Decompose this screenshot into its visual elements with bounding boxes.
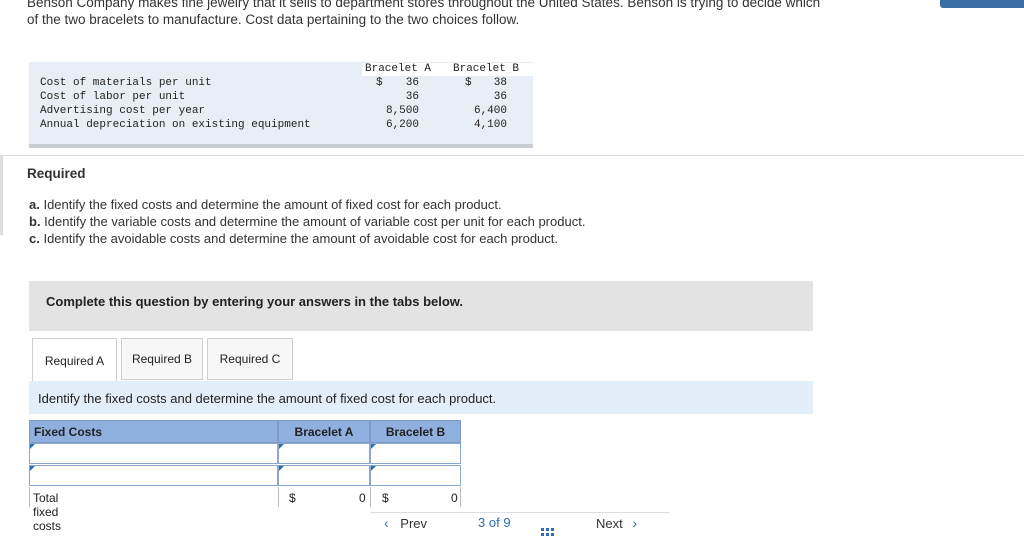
instruction-band: Complete this question by entering your … bbox=[29, 281, 813, 331]
value-b: 6,400 bbox=[473, 105, 507, 117]
total-row bbox=[29, 487, 278, 507]
value-a: 8,500 bbox=[385, 105, 419, 117]
tab-required-b[interactable]: Required B bbox=[121, 338, 203, 380]
total-b-value: 0 bbox=[451, 491, 458, 505]
item-letter: a. bbox=[29, 197, 40, 212]
tab-required-c[interactable]: Required C bbox=[207, 338, 293, 380]
value-a: 36 bbox=[405, 91, 419, 103]
next-label: Next bbox=[596, 516, 623, 531]
page-of: of bbox=[488, 515, 500, 530]
bracelet-a-amount-input-2[interactable] bbox=[278, 465, 370, 486]
prev-label: Prev bbox=[400, 516, 428, 531]
required-item-a: a. Identify the fixed costs and determin… bbox=[29, 197, 502, 212]
pager-divider bbox=[370, 512, 670, 513]
tab-prompt: Identify the fixed costs and determine t… bbox=[38, 391, 497, 406]
tab-required-a[interactable]: Required A bbox=[32, 338, 117, 382]
header-bracelet-a: Bracelet A bbox=[278, 420, 370, 443]
bracelet-a-amount-input-1[interactable] bbox=[278, 443, 370, 464]
bracelet-b-amount-input-1[interactable] bbox=[370, 443, 461, 464]
total-b-dollar: $ bbox=[382, 491, 389, 505]
header-bracelet-b: Bracelet B bbox=[370, 420, 461, 443]
left-rule bbox=[0, 155, 3, 235]
fixed-cost-name-input-1[interactable] bbox=[29, 443, 278, 464]
chevron-left-icon: ‹ bbox=[384, 515, 389, 531]
item-letter: b. bbox=[29, 214, 41, 229]
fixed-cost-name-input-2[interactable] bbox=[29, 465, 278, 486]
tab-prompt-band: Identify the fixed costs and determine t… bbox=[29, 381, 813, 414]
tab-label: Required B bbox=[131, 352, 193, 366]
chevron-right-icon: › bbox=[632, 515, 638, 531]
next-button[interactable]: Next › bbox=[596, 515, 666, 545]
row-label-advertising: Advertising cost per year bbox=[40, 105, 206, 117]
tab-label: Required A bbox=[44, 353, 105, 368]
top-right-button[interactable] bbox=[940, 0, 1024, 8]
cost-data-table: Bracelet A Bracelet B Cost of materials … bbox=[29, 62, 537, 148]
row-label-depreciation: Annual depreciation on existing equipmen… bbox=[40, 119, 311, 131]
page-current: 3 bbox=[478, 515, 486, 530]
section-divider bbox=[0, 155, 1024, 156]
intro-line-2: of the two bracelets to manufacture. Cos… bbox=[27, 12, 520, 27]
intro-line-1: Benson Company makes fine jewelry that i… bbox=[27, 0, 821, 10]
header-bracelet-b: Bracelet B bbox=[453, 63, 520, 75]
total-a-value: 0 bbox=[359, 491, 366, 505]
page-indicator: 3 of 9 bbox=[478, 515, 511, 530]
header-fixed-costs: Fixed Costs bbox=[29, 420, 278, 443]
required-item-c: c. Identify the avoidable costs and dete… bbox=[29, 231, 558, 246]
page-total: 9 bbox=[503, 515, 511, 530]
problem-intro: Benson Company makes fine jewelry that i… bbox=[27, 0, 907, 28]
required-title: Required bbox=[27, 166, 86, 181]
tab-label: Required C bbox=[219, 352, 281, 366]
grid-icon[interactable] bbox=[541, 528, 555, 543]
item-letter: c. bbox=[29, 231, 40, 246]
total-label: Total fixed costs bbox=[33, 491, 62, 533]
bracelet-b-amount-input-2[interactable] bbox=[370, 465, 461, 486]
value-a: 6,200 bbox=[385, 119, 419, 131]
required-item-b: b. Identify the variable costs and deter… bbox=[29, 214, 585, 229]
item-text: Identify the fixed costs and determine t… bbox=[39, 197, 502, 212]
prev-button[interactable]: ‹ Prev bbox=[384, 515, 462, 545]
item-text: Identify the variable costs and determin… bbox=[40, 214, 586, 229]
value-b: 36 bbox=[493, 91, 507, 103]
instruction-text: Complete this question by entering your … bbox=[46, 294, 464, 309]
total-a-dollar: $ bbox=[289, 491, 296, 505]
row-label-materials: Cost of materials per unit bbox=[40, 77, 212, 89]
item-text: Identify the avoidable costs and determi… bbox=[39, 231, 558, 246]
header-bracelet-a: Bracelet A bbox=[365, 63, 432, 75]
value-b: 4,100 bbox=[473, 119, 507, 131]
value-a: 36 bbox=[405, 77, 419, 89]
row-label-labor: Cost of labor per unit bbox=[40, 91, 186, 103]
value-b: 38 bbox=[493, 77, 507, 89]
